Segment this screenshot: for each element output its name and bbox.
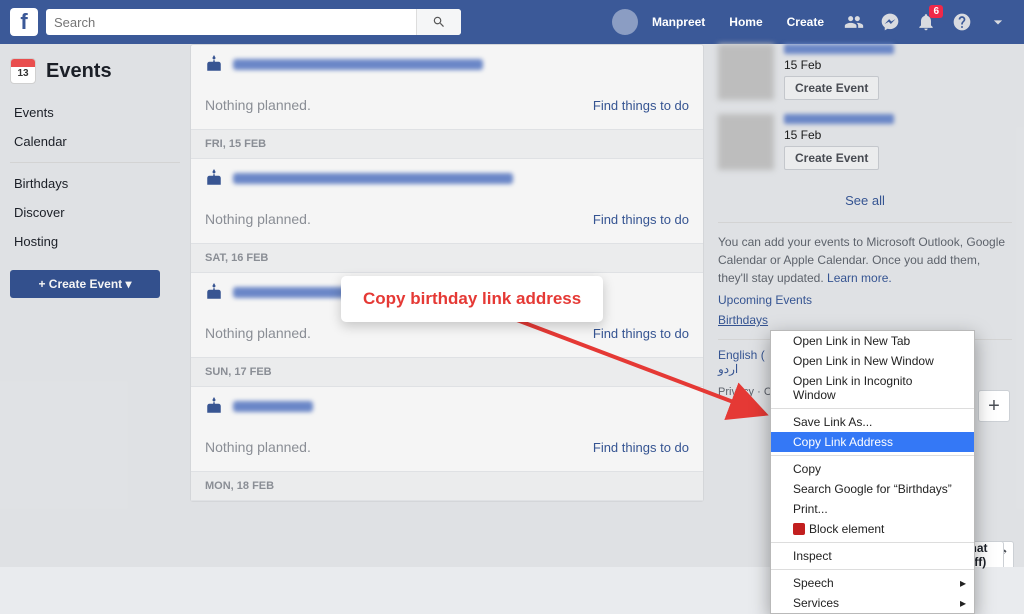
context-menu: Open Link in New Tab Open Link in New Wi… <box>770 330 975 614</box>
nothing-planned-text: Nothing planned. <box>205 97 311 113</box>
birthday-suggestion: 15 Feb Create Event <box>718 44 1012 100</box>
ctx-copy-link-address[interactable]: Copy Link Address <box>771 432 974 452</box>
ctx-save-link[interactable]: Save Link As... <box>771 412 974 432</box>
export-info: You can add your events to Microsoft Out… <box>718 222 1012 329</box>
birthday-names-blurred <box>233 287 348 298</box>
ctx-inspect[interactable]: Inspect <box>771 546 974 566</box>
ctx-separator <box>771 455 974 456</box>
page-title: Events <box>46 60 112 83</box>
shield-icon <box>793 523 805 535</box>
birthday-row[interactable] <box>191 45 703 83</box>
add-language-button[interactable]: + <box>978 390 1010 422</box>
search-input[interactable] <box>46 9 461 35</box>
day-header: SAT, 16 FEB <box>191 243 703 273</box>
birthday-suggestion: 15 Feb Create Event <box>718 114 1012 170</box>
messenger-icon[interactable] <box>879 11 901 33</box>
sidebar-item-birthdays[interactable]: Birthdays <box>10 169 180 198</box>
ctx-services[interactable]: Services <box>771 593 974 613</box>
birthday-names-blurred <box>233 401 313 412</box>
lang-english[interactable]: English ( <box>718 348 765 362</box>
chat-dock: Chat (Off) <box>988 541 1014 567</box>
create-event-button[interactable]: Create Event <box>784 76 879 100</box>
day-header: MON, 18 FEB <box>191 471 703 501</box>
find-things-link[interactable]: Find things to do <box>593 98 689 113</box>
friend-name-blurred[interactable] <box>784 114 894 124</box>
page-title-row: Events <box>10 58 180 84</box>
upcoming-events-link[interactable]: Upcoming Events <box>718 291 1012 309</box>
sidebar-item-events[interactable]: Events <box>10 98 180 127</box>
day-header: SUN, 17 FEB <box>191 357 703 387</box>
birthday-row[interactable] <box>191 159 703 197</box>
find-things-link[interactable]: Find things to do <box>593 440 689 455</box>
ctx-speech[interactable]: Speech <box>771 573 974 593</box>
find-things-link[interactable]: Find things to do <box>593 212 689 227</box>
create-event-button[interactable]: Create Event <box>784 146 879 170</box>
topbar-right: Manpreet Home Create 6 <box>612 9 1014 35</box>
lang-urdu[interactable]: اردو <box>718 362 738 376</box>
ctx-block-element[interactable]: Block element <box>771 519 974 539</box>
sidebar-item-calendar[interactable]: Calendar <box>10 127 180 156</box>
day-header: FRI, 15 FEB <box>191 129 703 159</box>
ctx-copy[interactable]: Copy <box>771 459 974 479</box>
friend-avatar[interactable] <box>718 44 774 100</box>
birthday-date: 15 Feb <box>784 128 894 142</box>
divider <box>10 162 180 163</box>
ctx-separator <box>771 408 974 409</box>
search-button[interactable] <box>416 9 461 35</box>
birthday-names-blurred <box>233 59 483 70</box>
notifications-icon[interactable]: 6 <box>915 11 937 33</box>
ctx-separator <box>771 542 974 543</box>
plan-row: Nothing planned. Find things to do <box>191 425 703 471</box>
left-sidebar: Events Events Calendar Birthdays Discove… <box>0 44 190 567</box>
create-event-button[interactable]: + Create Event ▾ <box>10 270 160 298</box>
account-dropdown-icon[interactable] <box>987 11 1009 33</box>
top-nav: f Manpreet Home Create 6 <box>0 0 1024 44</box>
sidebar-item-hosting[interactable]: Hosting <box>10 227 180 256</box>
create-link[interactable]: Create <box>777 15 834 29</box>
nothing-planned-text: Nothing planned. <box>205 439 311 455</box>
ctx-open-tab[interactable]: Open Link in New Tab <box>771 331 974 351</box>
avatar[interactable] <box>612 9 638 35</box>
plan-row: Nothing planned. Find things to do <box>191 197 703 243</box>
see-all-link[interactable]: See all <box>718 184 1012 222</box>
search-wrap <box>46 9 461 35</box>
ctx-separator <box>771 569 974 570</box>
plan-row: Nothing planned. Find things to do <box>191 83 703 129</box>
cake-icon <box>205 169 223 187</box>
ctx-search-google[interactable]: Search Google for “Birthdays” <box>771 479 974 499</box>
profile-link[interactable]: Manpreet <box>642 15 715 29</box>
birthday-row[interactable] <box>191 387 703 425</box>
sidebar-item-discover[interactable]: Discover <box>10 198 180 227</box>
birthdays-link[interactable]: Birthdays <box>718 311 768 329</box>
calendar-feed: Nothing planned. Find things to do FRI, 15… <box>190 44 704 502</box>
learn-more-link[interactable]: Learn more. <box>827 271 892 285</box>
friend-requests-icon[interactable] <box>843 11 865 33</box>
find-things-link[interactable]: Find things to do <box>593 326 689 341</box>
help-icon[interactable] <box>951 11 973 33</box>
nothing-planned-text: Nothing planned. <box>205 325 311 341</box>
ctx-open-window[interactable]: Open Link in New Window <box>771 351 974 371</box>
friend-avatar[interactable] <box>718 114 774 170</box>
birthday-date: 15 Feb <box>784 58 894 72</box>
search-icon <box>432 15 446 29</box>
home-link[interactable]: Home <box>719 15 772 29</box>
cake-icon <box>205 283 223 301</box>
ctx-print[interactable]: Print... <box>771 499 974 519</box>
ctx-open-incognito[interactable]: Open Link in Incognito Window <box>771 371 974 405</box>
annotation-callout: Copy birthday link address <box>341 276 603 322</box>
cake-icon <box>205 55 223 73</box>
nothing-planned-text: Nothing planned. <box>205 211 311 227</box>
birthday-names-blurred <box>233 173 513 184</box>
calendar-icon <box>10 58 36 84</box>
cake-icon <box>205 397 223 415</box>
ctx-block-label: Block element <box>809 522 884 536</box>
notification-badge: 6 <box>929 5 943 18</box>
friend-name-blurred[interactable] <box>784 44 894 54</box>
facebook-logo[interactable]: f <box>10 8 38 36</box>
